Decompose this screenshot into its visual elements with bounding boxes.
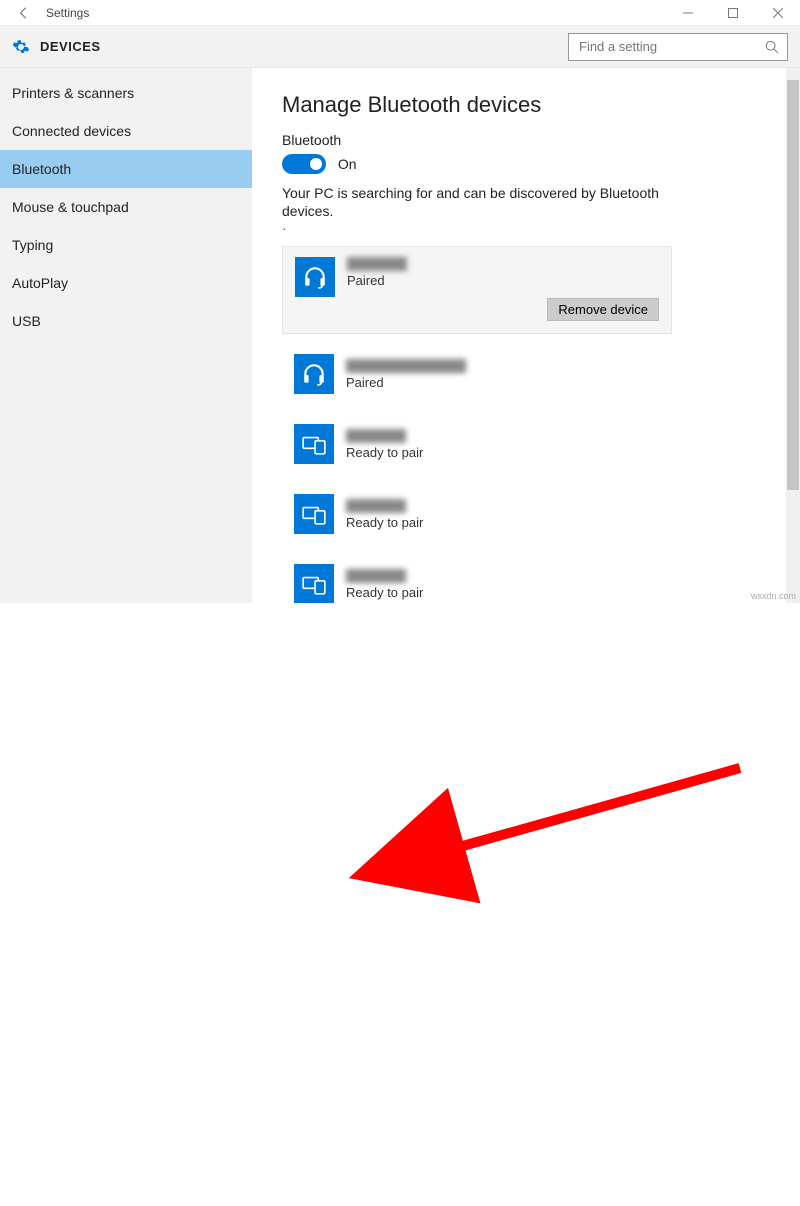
maximize-button[interactable]: [710, 0, 755, 26]
bluetooth-toggle[interactable]: [282, 154, 326, 174]
sidebar-item-bluetooth[interactable]: Bluetooth: [0, 150, 252, 188]
search-box[interactable]: [568, 33, 788, 61]
page-title: DEVICES: [40, 39, 101, 54]
sidebar-item-usb[interactable]: USB: [0, 302, 252, 340]
device-name-blurred: [347, 257, 407, 271]
searching-description: Your PC is searching for and can be disc…: [282, 184, 662, 220]
minimize-icon: [683, 8, 693, 18]
window-title: Settings: [46, 6, 89, 20]
phone-icon: [294, 424, 334, 464]
sidebar-item-typing[interactable]: Typing: [0, 226, 252, 264]
titlebar: Settings: [0, 0, 800, 26]
device-status: Ready to pair: [346, 515, 423, 530]
device-name-blurred: [346, 359, 466, 373]
device-status: Ready to pair: [346, 445, 423, 460]
device-name-blurred: [346, 499, 406, 513]
annotation-arrow-icon: [0, 603, 800, 1206]
device-name-blurred: [346, 429, 406, 443]
sidebar-item-printers[interactable]: Printers & scanners: [0, 74, 252, 112]
device-item[interactable]: Ready to pair: [282, 484, 672, 544]
device-item[interactable]: Paired: [282, 344, 672, 404]
sidebar-item-autoplay[interactable]: AutoPlay: [0, 264, 252, 302]
device-status: Ready to pair: [346, 585, 423, 600]
scrollbar-thumb[interactable]: [787, 80, 799, 490]
minimize-button[interactable]: [665, 0, 710, 26]
sidebar-item-mouse[interactable]: Mouse & touchpad: [0, 188, 252, 226]
device-item-selected[interactable]: Paired Remove device: [282, 246, 672, 334]
sidebar: Printers & scanners Connected devices Bl…: [0, 68, 252, 603]
close-button[interactable]: [755, 0, 800, 26]
phone-icon: [294, 494, 334, 534]
searching-indicator: ·: [282, 220, 770, 236]
bluetooth-label: Bluetooth: [282, 132, 770, 148]
remove-device-button[interactable]: Remove device: [547, 298, 659, 321]
device-item[interactable]: Ready to pair: [282, 414, 672, 474]
gear-icon: [12, 38, 30, 56]
maximize-icon: [728, 8, 738, 18]
heading: Manage Bluetooth devices: [282, 92, 770, 118]
back-arrow-icon: [17, 6, 31, 20]
watermark: wsxdn.com: [751, 591, 796, 601]
sidebar-item-connected[interactable]: Connected devices: [0, 112, 252, 150]
back-button[interactable]: [10, 2, 38, 24]
device-name-blurred: [346, 569, 406, 583]
headset-icon: [295, 257, 335, 297]
device-status: Paired: [347, 273, 407, 288]
device-status: Paired: [346, 375, 466, 390]
search-icon: [765, 40, 779, 54]
close-icon: [773, 8, 783, 18]
device-item[interactable]: Ready to pair: [282, 554, 672, 603]
main-content: Manage Bluetooth devices Bluetooth On Yo…: [252, 68, 800, 603]
header: DEVICES: [0, 26, 800, 68]
toggle-state-label: On: [338, 156, 357, 172]
headset-icon: [294, 354, 334, 394]
search-input[interactable]: [577, 38, 765, 55]
phone-icon: [294, 564, 334, 603]
